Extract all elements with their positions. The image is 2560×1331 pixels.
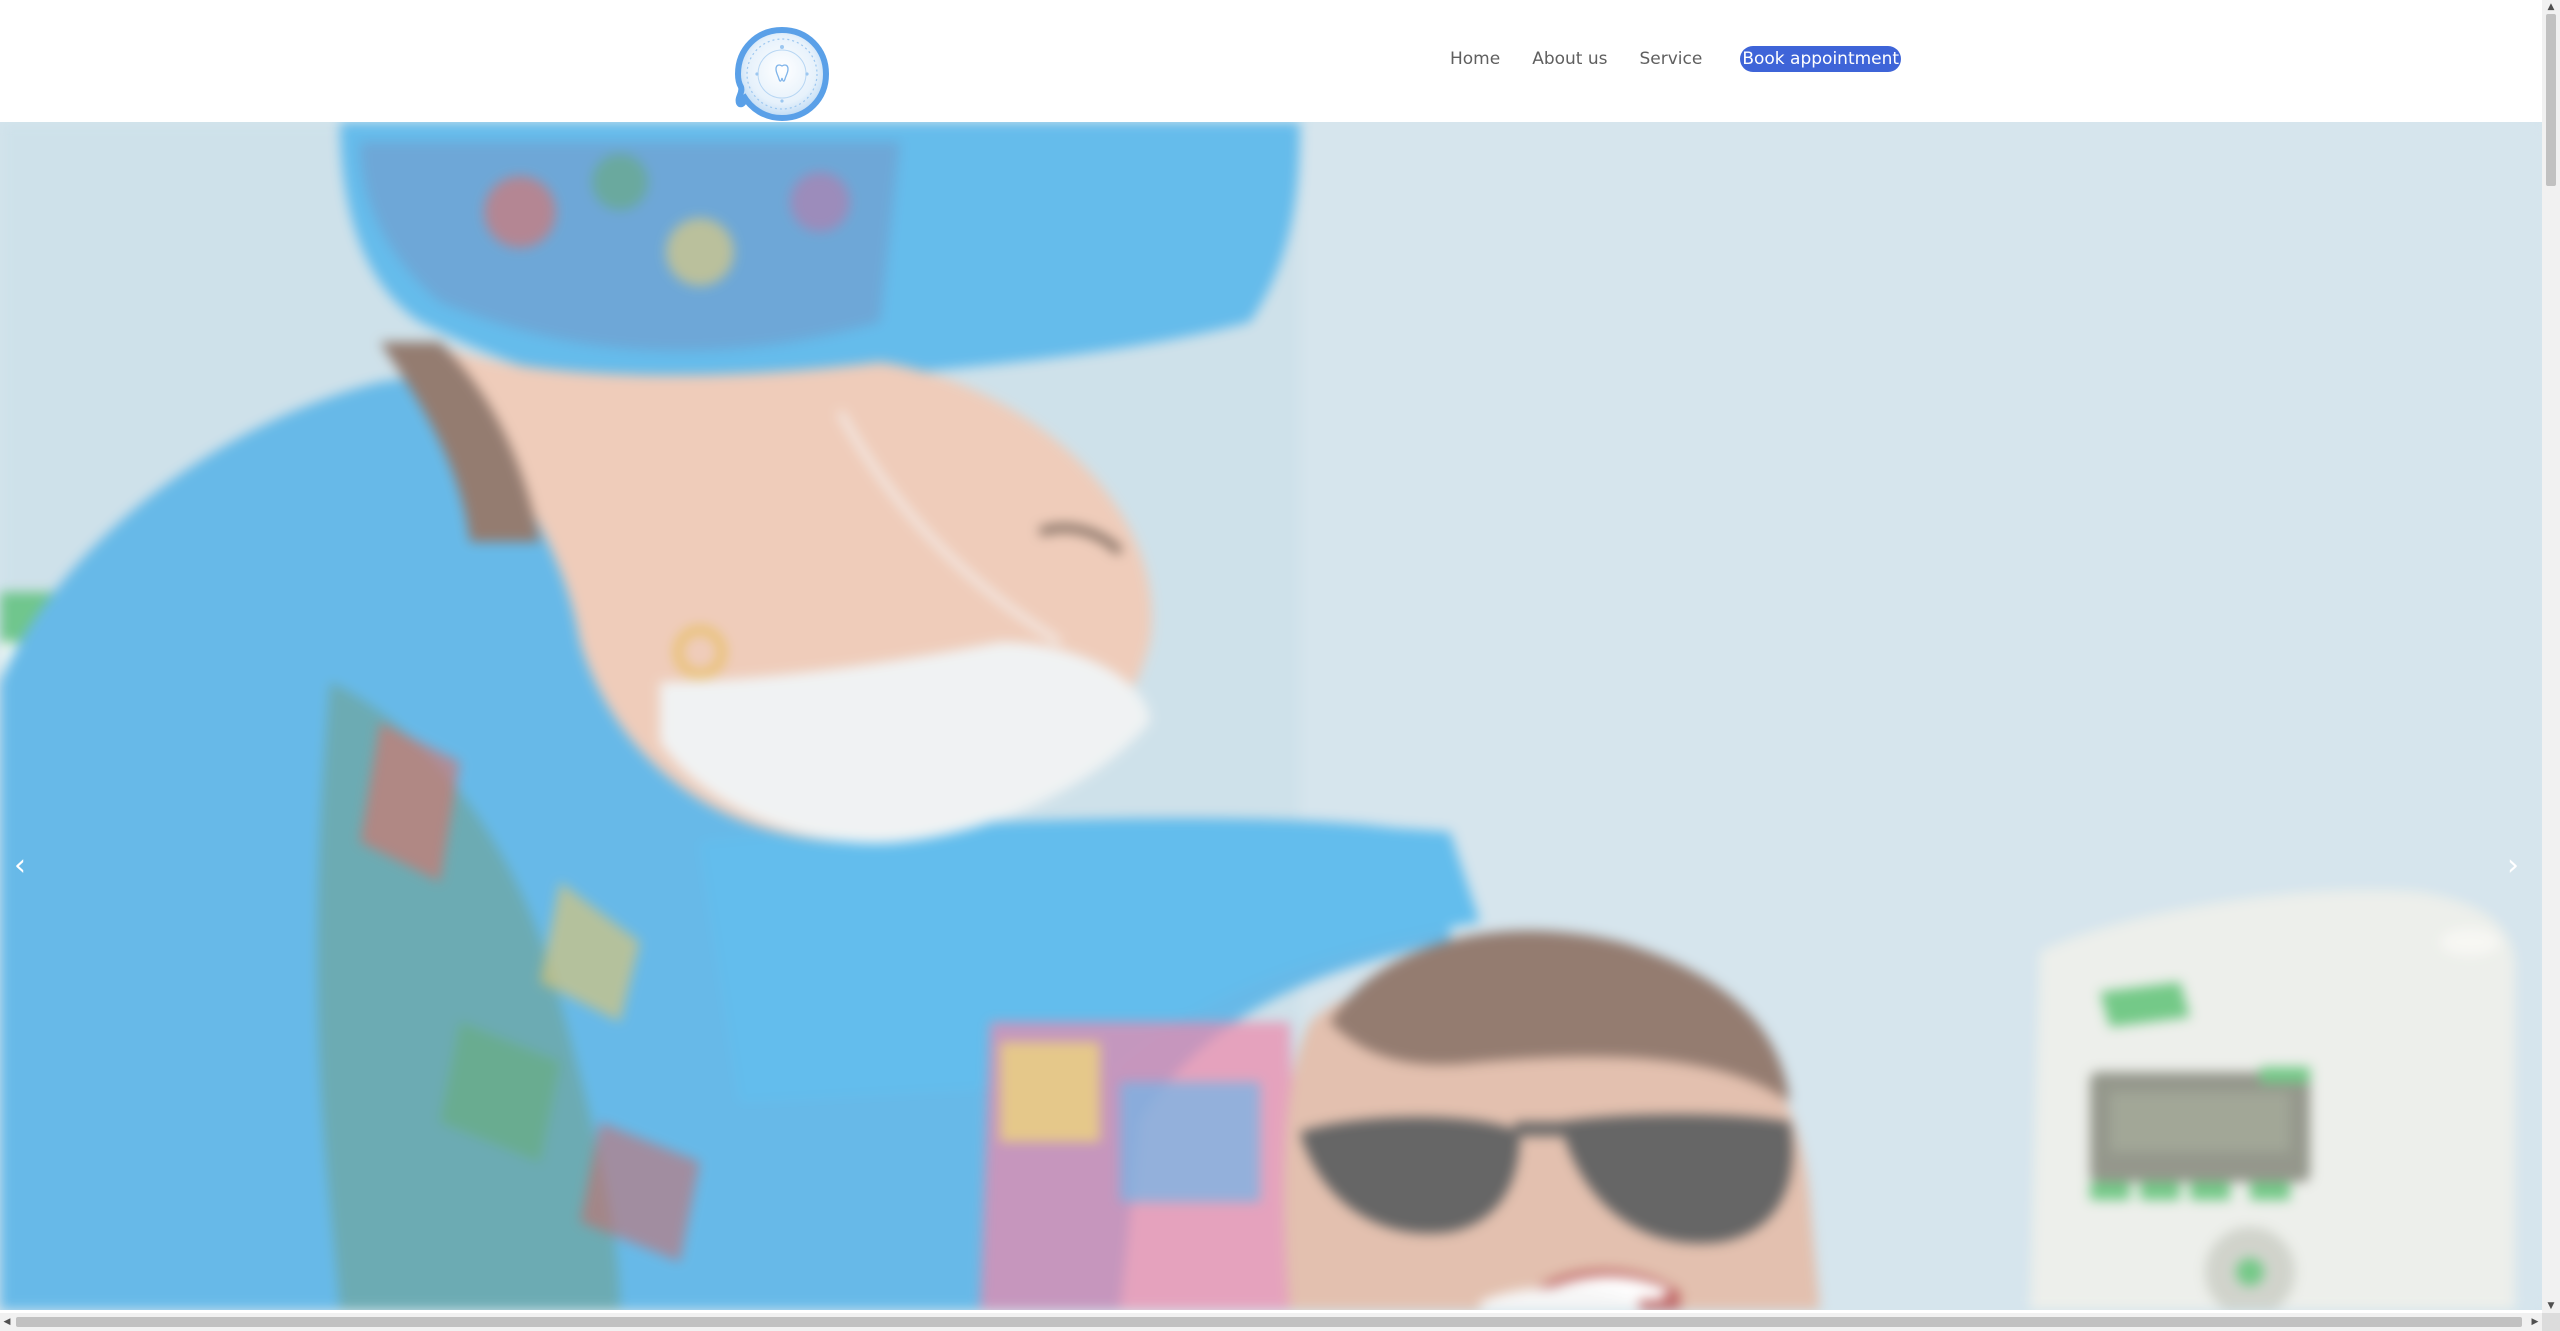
hero-carousel [0, 122, 2542, 1310]
main-nav: Home About us Service Book appointment [1450, 45, 1902, 73]
carousel-next-button[interactable]: › [2493, 836, 2533, 896]
chevron-left-icon: ‹ [14, 848, 26, 883]
scroll-right-icon[interactable]: ▶ [2528, 1313, 2542, 1331]
horizontal-scrollbar[interactable]: ◀ ▶ [0, 1313, 2542, 1331]
vertical-scrollbar[interactable]: ▲ ▼ [2542, 0, 2560, 1313]
vertical-scrollbar-thumb[interactable] [2546, 14, 2556, 186]
page: Home About us Service Book appointment ‹… [0, 0, 2560, 1331]
nav-link-home[interactable]: Home [1450, 45, 1500, 73]
site-logo[interactable] [735, 27, 829, 121]
book-appointment-button[interactable]: Book appointment [1740, 46, 1902, 72]
hero-overlay [0, 122, 2542, 1310]
scrollbar-corner [2542, 1313, 2560, 1331]
site-header: Home About us Service Book appointment [0, 0, 2542, 122]
horizontal-scrollbar-thumb[interactable] [16, 1317, 2522, 1327]
carousel-prev-button[interactable]: ‹ [0, 836, 40, 896]
chevron-right-icon: › [2507, 848, 2519, 883]
scroll-up-icon[interactable]: ▲ [2542, 0, 2560, 14]
dental-clinic-logo-icon [735, 27, 829, 121]
scroll-down-icon[interactable]: ▼ [2542, 1299, 2560, 1313]
nav-link-service[interactable]: Service [1640, 45, 1703, 73]
scroll-left-icon[interactable]: ◀ [0, 1313, 14, 1331]
nav-link-about-us[interactable]: About us [1532, 45, 1607, 73]
